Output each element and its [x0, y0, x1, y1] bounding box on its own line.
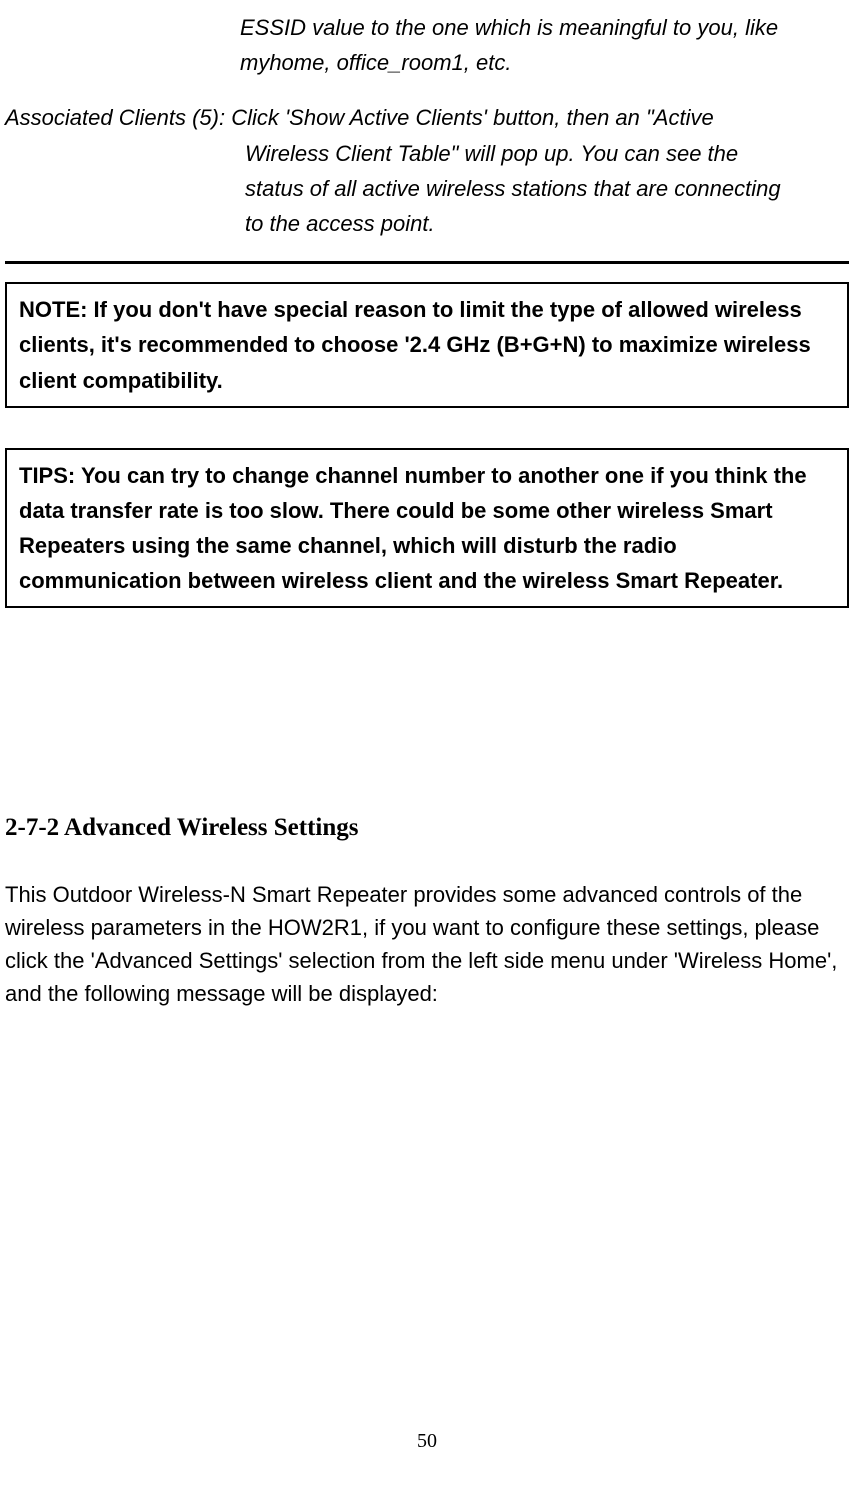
essid-description: ESSID value to the one which is meaningf…	[5, 10, 849, 80]
associated-clients-description: Associated Clients (5): Click 'Show Acti…	[5, 100, 849, 241]
associated-clients-label: Associated Clients (5):	[5, 105, 225, 130]
page-container: ESSID value to the one which is meaningf…	[5, 10, 849, 1477]
essid-line2: myhome, office_room1, etc.	[5, 45, 849, 80]
section-divider	[5, 261, 849, 264]
essid-line1: ESSID value to the one which is meaningf…	[5, 10, 849, 45]
tips-box: TIPS: You can try to change channel numb…	[5, 448, 849, 609]
associated-clients-first-line: Associated Clients (5): Click 'Show Acti…	[5, 100, 849, 135]
body-paragraph: This Outdoor Wireless-N Smart Repeater p…	[5, 878, 849, 1010]
section-heading: 2-7-2 Advanced Wireless Settings	[5, 808, 849, 848]
page-number: 50	[5, 1425, 849, 1457]
associated-clients-line2: Wireless Client Table" will pop up. You …	[5, 136, 849, 171]
associated-clients-text1: Click 'Show Active Clients' button, then…	[225, 105, 714, 130]
note-box: NOTE: If you don't have special reason t…	[5, 282, 849, 408]
associated-clients-line3: status of all active wireless stations t…	[5, 171, 849, 206]
associated-clients-line4: to the access point.	[5, 206, 849, 241]
